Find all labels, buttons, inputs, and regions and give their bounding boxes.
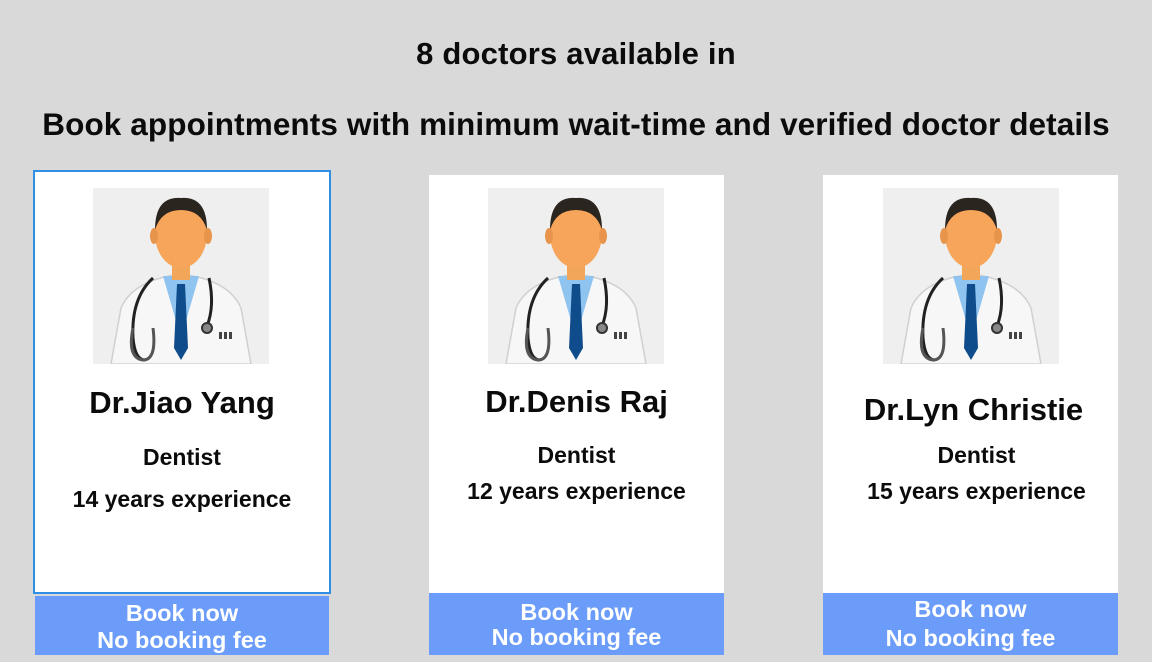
book-now-label: Book now (914, 596, 1027, 622)
doctor-photo-icon (93, 188, 269, 364)
availability-heading: 8 doctors available in (416, 36, 736, 71)
doctor-card[interactable]: Dr.Jiao Yang Dentist 14 years experience (33, 170, 331, 594)
doctor-card[interactable]: Dr.Denis Raj Dentist 12 years experience (429, 175, 724, 594)
book-now-button[interactable]: Book now No booking fee (429, 593, 724, 655)
doctor-experience: 15 years experience (867, 478, 1086, 504)
book-now-label: Book now (520, 599, 633, 625)
booking-fee-note: No booking fee (97, 627, 267, 653)
doctor-name: Dr.Lyn Christie (863, 392, 1084, 427)
booking-fee-note: No booking fee (885, 625, 1056, 651)
doctor-experience: 14 years experience (72, 486, 292, 512)
tagline-heading: Book appointments with minimum wait-time… (42, 106, 1110, 142)
book-now-button[interactable]: Book now No booking fee (823, 593, 1118, 655)
doctor-specialty: Dentist (937, 442, 1016, 468)
doctor-card[interactable]: Dr.Lyn Christie Dentist 15 years experie… (823, 175, 1118, 594)
doctor-photo-icon (488, 188, 664, 364)
book-now-label: Book now (125, 600, 239, 626)
doctor-specialty: Dentist (143, 444, 221, 470)
doctor-name: Dr.Jiao Yang (89, 385, 275, 420)
doctor-name: Dr.Denis Raj (485, 384, 668, 419)
doctor-specialty: Dentist (537, 442, 616, 468)
booking-fee-note: No booking fee (491, 624, 662, 650)
doctor-experience: 12 years experience (467, 478, 686, 504)
book-now-button[interactable]: Book now No booking fee (35, 596, 329, 655)
doctor-photo-icon (883, 188, 1059, 364)
